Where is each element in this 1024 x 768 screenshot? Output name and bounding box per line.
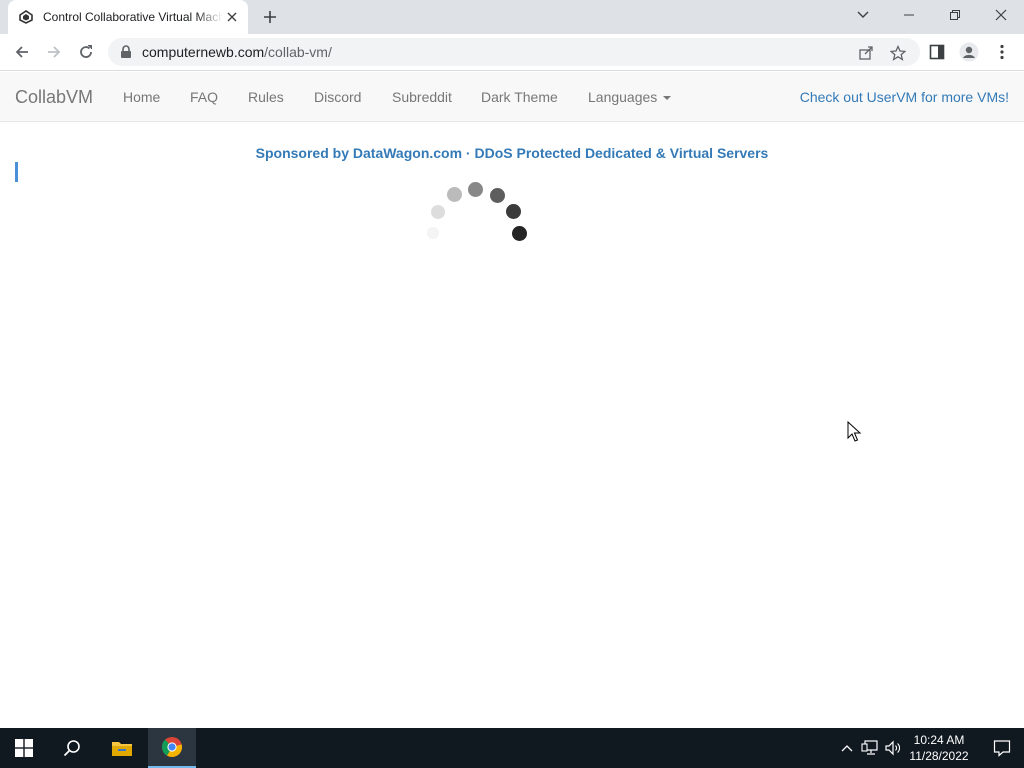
clock-date: 11/28/2022 bbox=[909, 749, 969, 763]
side-panel-icon[interactable] bbox=[927, 42, 947, 62]
vm-list-indicator bbox=[15, 162, 18, 182]
volume-icon[interactable] bbox=[884, 739, 902, 757]
tab-search-chevron-icon[interactable] bbox=[840, 0, 886, 30]
share-icon[interactable] bbox=[858, 45, 874, 61]
action-center-icon[interactable] bbox=[980, 728, 1024, 768]
browser-tab-strip: Control Collaborative Virtual Machines! bbox=[0, 0, 1024, 34]
nav-rules[interactable]: Rules bbox=[248, 89, 284, 105]
chrome-icon[interactable] bbox=[148, 728, 196, 768]
uservm-link[interactable]: Check out UserVM for more VMs! bbox=[800, 89, 1009, 105]
browser-menu-icon[interactable] bbox=[992, 42, 1012, 62]
lock-icon[interactable] bbox=[120, 45, 134, 59]
address-bar[interactable]: computernewb.com/collab-vm/ bbox=[108, 38, 920, 66]
profile-avatar-icon[interactable] bbox=[959, 42, 979, 62]
site-navbar: CollabVM Home FAQ Rules Discord Subreddi… bbox=[0, 72, 1024, 122]
start-icon[interactable] bbox=[0, 728, 48, 768]
nav-discord[interactable]: Discord bbox=[314, 89, 361, 105]
search-icon[interactable] bbox=[48, 728, 96, 768]
nav-languages-dropdown[interactable]: Languages bbox=[588, 89, 672, 105]
bookmark-star-icon[interactable] bbox=[890, 45, 906, 61]
sponsor-banner-link[interactable]: Sponsored by DataWagon.com · DDoS Protec… bbox=[0, 145, 1024, 161]
clock-time: 10:24 AM bbox=[913, 733, 965, 747]
site-brand[interactable]: CollabVM bbox=[15, 87, 93, 108]
collabvm-favicon-icon bbox=[18, 9, 34, 25]
minimize-icon[interactable] bbox=[886, 0, 932, 30]
file-explorer-icon[interactable] bbox=[98, 728, 146, 768]
close-tab-icon[interactable] bbox=[224, 9, 240, 25]
new-tab-icon[interactable] bbox=[260, 7, 280, 27]
browser-toolbar: computernewb.com/collab-vm/ bbox=[0, 34, 1024, 71]
mouse-cursor-icon bbox=[847, 421, 862, 442]
loading-spinner-icon bbox=[420, 176, 540, 256]
reload-icon[interactable] bbox=[74, 40, 98, 64]
languages-label: Languages bbox=[588, 89, 658, 105]
close-window-icon[interactable] bbox=[978, 0, 1024, 30]
forward-arrow-icon[interactable] bbox=[42, 40, 66, 64]
tab-title: Control Collaborative Virtual Machines! bbox=[43, 10, 223, 24]
windows-taskbar: 10:24 AM 11/28/2022 bbox=[0, 728, 1024, 768]
nav-home[interactable]: Home bbox=[123, 89, 160, 105]
browser-tab-active[interactable]: Control Collaborative Virtual Machines! bbox=[8, 0, 248, 34]
nav-dark-theme[interactable]: Dark Theme bbox=[481, 89, 558, 105]
restore-icon[interactable] bbox=[932, 0, 978, 30]
nav-subreddit[interactable]: Subreddit bbox=[392, 89, 452, 105]
caret-down-icon bbox=[663, 96, 672, 101]
url-path: /collab-vm/ bbox=[264, 44, 332, 60]
network-icon[interactable] bbox=[861, 739, 879, 757]
system-clock[interactable]: 10:24 AM 11/28/2022 bbox=[904, 732, 974, 764]
back-arrow-icon[interactable] bbox=[10, 40, 34, 64]
url-host: computernewb.com bbox=[142, 44, 265, 60]
nav-faq[interactable]: FAQ bbox=[190, 89, 218, 105]
tray-chevron-up-icon[interactable] bbox=[838, 739, 856, 757]
